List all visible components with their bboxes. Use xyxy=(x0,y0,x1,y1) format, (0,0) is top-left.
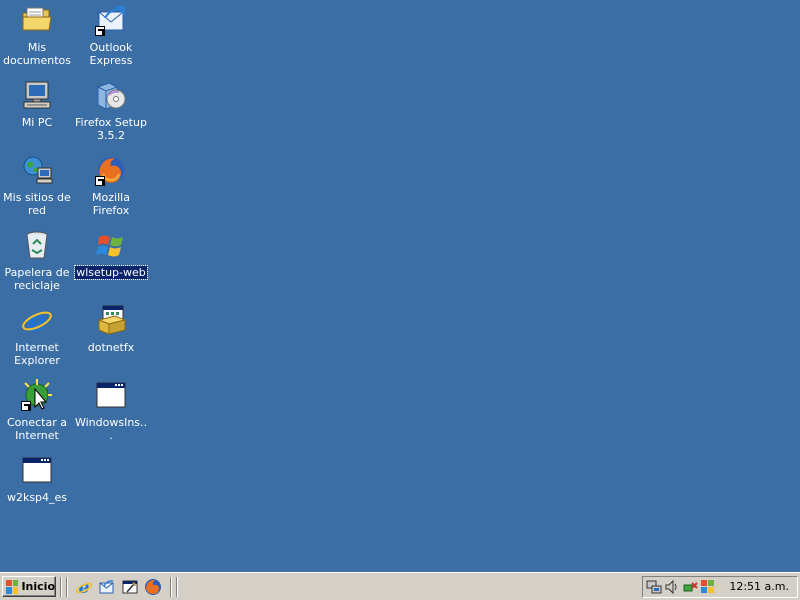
desktop-icon-label: Internet Explorer xyxy=(14,341,60,367)
my-documents-folder-icon xyxy=(21,4,53,36)
recycle-bin-icon xyxy=(21,229,53,261)
desktop-icon-wlsetup-web[interactable]: wlsetup-web xyxy=(74,225,148,280)
quick-launch-grip[interactable] xyxy=(66,577,68,597)
taskbar-separator xyxy=(170,577,172,597)
network-icon[interactable] xyxy=(646,579,662,595)
quicklaunch-show-desktop-icon[interactable] xyxy=(121,578,139,596)
outlook-express-icon xyxy=(95,4,127,36)
desktop-icon-label: Mi PC xyxy=(21,116,53,129)
taskbar: Inicio e 12:51 a.m. xyxy=(0,572,800,600)
quicklaunch-outlook-express-icon[interactable] xyxy=(98,578,116,596)
shortcut-arrow-icon xyxy=(95,176,105,186)
desktop-icon-mis-sitios-de-red[interactable]: Mis sitios de red xyxy=(0,150,74,217)
start-button[interactable]: Inicio xyxy=(2,576,56,597)
system-tray: 12:51 a.m. xyxy=(642,576,798,598)
installer-package-icon xyxy=(95,304,127,336)
clock[interactable]: 12:51 a.m. xyxy=(729,580,789,593)
quicklaunch-internet-explorer-icon[interactable]: e xyxy=(75,578,93,598)
desktop-icon-label: Mis sitios de red xyxy=(3,191,71,217)
firefox-icon xyxy=(95,154,127,186)
desktop[interactable]: Mis documentos Mi PC Mis sitios de red P… xyxy=(0,0,800,572)
desktop-icon-firefox-setup[interactable]: Firefox Setup 3.5.2 xyxy=(74,75,148,142)
svg-text:e: e xyxy=(27,304,46,336)
desktop-icon-dotnetfx[interactable]: dotnetfx xyxy=(74,300,148,354)
desktop-icon-label: Firefox Setup 3.5.2 xyxy=(75,116,147,142)
windows-logo-icon xyxy=(6,579,19,594)
desktop-icon-label: WindowsIns... xyxy=(74,416,148,442)
desktop-icon-mis-documentos[interactable]: Mis documentos xyxy=(0,0,74,67)
taskbar-separator xyxy=(60,577,62,597)
desktop-icon-windowsins[interactable]: WindowsIns... xyxy=(74,375,148,442)
desktop-icon-label: Outlook Express xyxy=(89,41,133,67)
desktop-icon-mi-pc[interactable]: Mi PC xyxy=(0,75,74,129)
safely-remove-hardware-icon[interactable] xyxy=(682,579,698,595)
application-window-icon xyxy=(21,454,53,486)
quicklaunch-firefox-icon[interactable] xyxy=(144,578,162,596)
connect-to-internet-icon xyxy=(21,379,53,411)
windows-update-icon[interactable] xyxy=(700,579,716,595)
desktop-icon-conectar-a-internet[interactable]: Conectar a Internet xyxy=(0,375,74,442)
network-places-icon xyxy=(21,154,53,186)
my-computer-icon xyxy=(21,79,53,111)
desktop-icon-label: w2ksp4_es xyxy=(6,491,68,504)
desktop-icon-label: Papelera de reciclaje xyxy=(4,266,70,292)
installer-cd-box-icon xyxy=(95,79,127,111)
desktop-icon-label: dotnetfx xyxy=(87,341,135,354)
desktop-icon-w2ksp4-es[interactable]: w2ksp4_es xyxy=(0,450,74,504)
start-button-label: Inicio xyxy=(21,580,55,593)
desktop-icon-label: Conectar a Internet xyxy=(6,416,67,442)
desktop-icon-label: wlsetup-web xyxy=(74,265,148,280)
desktop-icon-outlook-express[interactable]: Outlook Express xyxy=(74,0,148,67)
volume-icon[interactable] xyxy=(664,579,680,595)
task-area-grip[interactable] xyxy=(176,577,178,597)
shortcut-arrow-icon xyxy=(95,26,105,36)
desktop-icon-internet-explorer[interactable]: e Internet Explorer xyxy=(0,300,74,367)
application-window-icon xyxy=(95,379,127,411)
desktop-icon-mozilla-firefox[interactable]: Mozilla Firefox xyxy=(74,150,148,217)
windows-flag-icon xyxy=(95,229,127,261)
desktop-icon-label: Mozilla Firefox xyxy=(92,191,130,217)
shortcut-arrow-icon xyxy=(21,401,31,411)
desktop-icon-label: Mis documentos xyxy=(3,41,71,67)
desktop-icon-papelera-de-reciclaje[interactable]: Papelera de reciclaje xyxy=(0,225,74,292)
internet-explorer-icon: e xyxy=(21,304,53,339)
